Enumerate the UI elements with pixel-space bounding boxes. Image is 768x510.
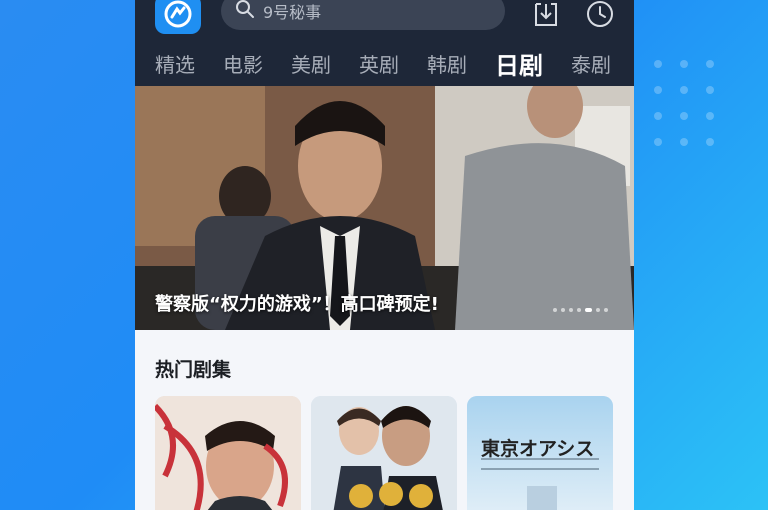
category-tabs: 精选 电影 美剧 英剧 韩剧 日剧 泰剧 xyxy=(135,40,634,89)
section-title-hot-series: 热门剧集 xyxy=(155,359,232,381)
carousel-dot xyxy=(596,308,600,312)
carousel-dot-active xyxy=(585,308,592,312)
app-logo-icon[interactable] xyxy=(155,0,201,34)
search-placeholder: 9号秘事 xyxy=(263,3,322,22)
carousel-indicator xyxy=(553,308,608,312)
download-icon[interactable] xyxy=(531,0,561,30)
carousel-dot xyxy=(553,308,557,312)
poster-card[interactable] xyxy=(155,396,301,510)
poster-row: 東京オアシス xyxy=(155,396,613,510)
search-input[interactable]: 9号秘事 xyxy=(221,0,505,30)
tab-korean-drama[interactable]: 韩剧 xyxy=(427,49,467,78)
carousel-dot xyxy=(561,308,565,312)
carousel-dot xyxy=(604,308,608,312)
search-icon xyxy=(235,0,255,23)
clock-icon[interactable] xyxy=(585,0,615,30)
poster-image xyxy=(311,396,457,510)
tab-featured[interactable]: 精选 xyxy=(155,49,195,78)
tab-japanese-drama[interactable]: 日剧 xyxy=(495,46,543,89)
poster-image xyxy=(155,396,301,510)
tab-us-drama[interactable]: 美剧 xyxy=(291,49,331,78)
tab-movies[interactable]: 电影 xyxy=(223,49,263,78)
app-screen: 9号秘事 精选 电影 美剧 英剧 韩剧 日剧 泰剧 警察版“权力的游戏”！高口碑… xyxy=(135,0,634,510)
featured-banner[interactable]: 警察版“权力的游戏”！高口碑预定! xyxy=(135,86,634,330)
carousel-dot xyxy=(569,308,573,312)
poster-title: 東京オアシス xyxy=(481,438,595,460)
tab-thai-drama[interactable]: 泰剧 xyxy=(571,49,611,78)
poster-card[interactable] xyxy=(311,396,457,510)
carousel-dot xyxy=(577,308,581,312)
tab-uk-drama[interactable]: 英剧 xyxy=(359,49,399,78)
banner-caption: 警察版“权力的游戏”！高口碑预定! xyxy=(155,294,439,315)
poster-card[interactable]: 東京オアシス xyxy=(467,396,613,510)
top-bar: 9号秘事 xyxy=(135,0,634,40)
background-decoration xyxy=(654,60,744,180)
